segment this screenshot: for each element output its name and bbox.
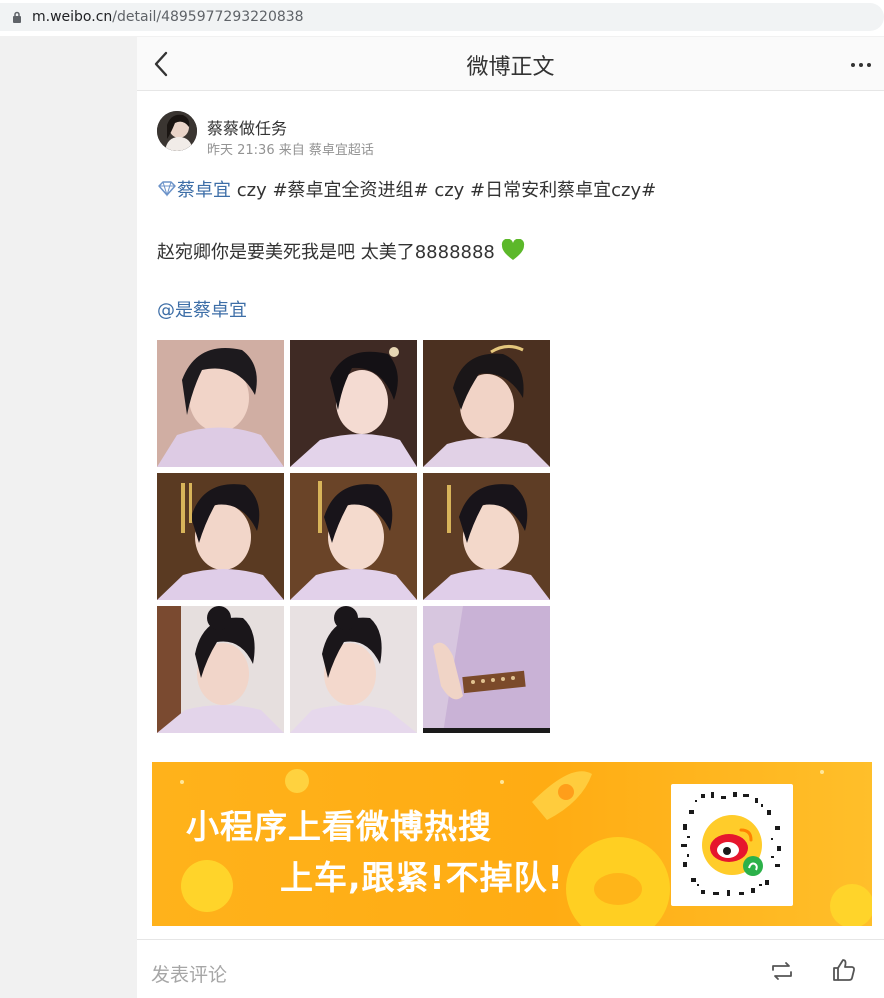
avatar[interactable] — [157, 111, 197, 151]
page-title: 微博正文 — [466, 55, 555, 80]
photo-thumbnail[interactable] — [157, 340, 284, 467]
author-name[interactable]: 蔡蔡做任务 — [207, 115, 287, 139]
url-path: /detail/4895977293220838 — [112, 9, 304, 25]
comment-input[interactable]: 发表评论 — [151, 960, 227, 987]
qr-code-icon — [671, 784, 793, 906]
photo-thumbnail[interactable] — [157, 473, 284, 600]
address-field[interactable]: m.weibo.cn/detail/4895977293220838 — [0, 3, 884, 31]
left-gutter — [0, 36, 137, 998]
post-line-2-text: 赵宛卿你是要美死我是吧 太美了8888888 — [157, 242, 501, 263]
photo-thumbnail[interactable] — [423, 606, 550, 733]
url-text: m.weibo.cn/detail/4895977293220838 — [32, 9, 304, 25]
url-domain: m.weibo.cn — [32, 9, 113, 25]
green-heart-icon — [501, 238, 525, 263]
footer-action-bar: 发表评论 — [137, 939, 884, 998]
photo-thumbnail[interactable] — [423, 473, 550, 600]
post-line-3: @是蔡卓宜 — [157, 298, 247, 324]
top-navbar: 微博正文 — [137, 37, 884, 91]
photo-thumbnail[interactable] — [290, 606, 417, 733]
post-page: 微博正文 蔡蔡做任务 昨天 21:36 来自 蔡卓宜超话 蔡卓宜 czy #蔡卓… — [137, 37, 884, 998]
photo-thumbnail[interactable] — [290, 340, 417, 467]
post-body: 蔡卓宜 czy #蔡卓宜全资进组# czy #日常安利蔡卓宜czy# 赵宛卿你是… — [157, 178, 857, 321]
photo-thumbnail[interactable] — [423, 340, 550, 467]
photo-thumbnail[interactable] — [157, 606, 284, 733]
more-icon[interactable] — [850, 55, 872, 75]
mention-link[interactable]: @是蔡卓宜 — [157, 300, 247, 321]
lock-icon — [10, 10, 24, 24]
post-meta: 昨天 21:36 来自 蔡卓宜超话 — [207, 143, 374, 158]
like-icon[interactable] — [831, 957, 857, 983]
mini-program-banner[interactable]: 小程序上看微博热搜 上车,跟紧!不掉队! — [152, 762, 872, 926]
repost-icon[interactable] — [769, 960, 795, 982]
post-line-1-rest: czy #蔡卓宜全资进组# czy #日常安利蔡卓宜czy# — [231, 180, 657, 201]
topic-link[interactable]: 蔡卓宜 — [177, 180, 231, 201]
banner-subline: 上车,跟紧!不掉队! — [280, 858, 564, 897]
diamond-icon — [157, 180, 177, 201]
banner-headline: 小程序上看微博热搜 — [186, 807, 492, 846]
photo-thumbnail[interactable] — [290, 473, 417, 600]
image-grid — [157, 340, 550, 733]
post-line-2: 赵宛卿你是要美死我是吧 太美了8888888 — [157, 238, 525, 266]
post-line-1: 蔡卓宜 czy #蔡卓宜全资进组# czy #日常安利蔡卓宜czy# — [157, 178, 857, 204]
browser-url-bar: m.weibo.cn/detail/4895977293220838 — [0, 0, 884, 36]
